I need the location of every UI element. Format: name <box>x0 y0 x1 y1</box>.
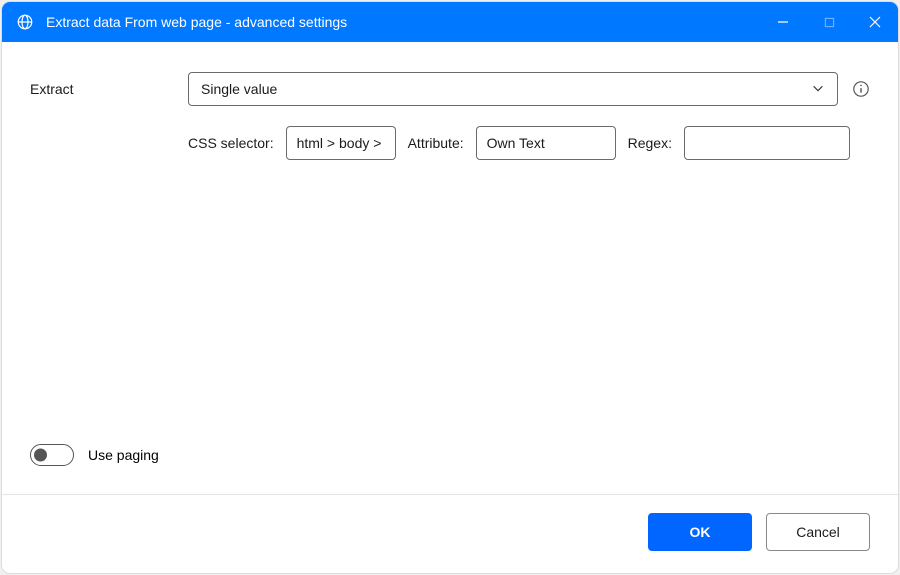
regex-label: Regex: <box>628 135 672 151</box>
use-paging-row: Use paging <box>30 444 870 466</box>
css-selector-input[interactable] <box>286 126 396 160</box>
attribute-input[interactable] <box>476 126 616 160</box>
titlebar: Extract data From web page - advanced se… <box>2 2 898 42</box>
cancel-button[interactable]: Cancel <box>766 513 870 551</box>
content-area: Extract Single value CSS selector: Attri… <box>2 42 898 494</box>
extract-dropdown[interactable]: Single value <box>188 72 838 106</box>
maximize-button <box>806 2 852 42</box>
attribute-label: Attribute: <box>408 135 464 151</box>
params-row: CSS selector: Attribute: Regex: <box>188 126 870 160</box>
css-selector-label: CSS selector: <box>188 135 274 151</box>
use-paging-toggle[interactable] <box>30 444 74 466</box>
footer: OK Cancel <box>2 494 898 573</box>
globe-icon <box>14 11 36 33</box>
extract-row: Extract Single value <box>30 72 870 106</box>
extract-dropdown-value: Single value <box>201 81 277 97</box>
info-icon[interactable] <box>852 80 870 98</box>
toggle-knob <box>34 449 47 462</box>
use-paging-label: Use paging <box>88 447 159 463</box>
dialog-window: Extract data From web page - advanced se… <box>2 2 898 573</box>
ok-button[interactable]: OK <box>648 513 752 551</box>
window-controls <box>760 2 898 42</box>
extract-label: Extract <box>30 81 188 97</box>
minimize-button[interactable] <box>760 2 806 42</box>
chevron-down-icon <box>811 81 825 98</box>
close-button[interactable] <box>852 2 898 42</box>
window-title: Extract data From web page - advanced se… <box>46 14 760 30</box>
regex-input[interactable] <box>684 126 850 160</box>
